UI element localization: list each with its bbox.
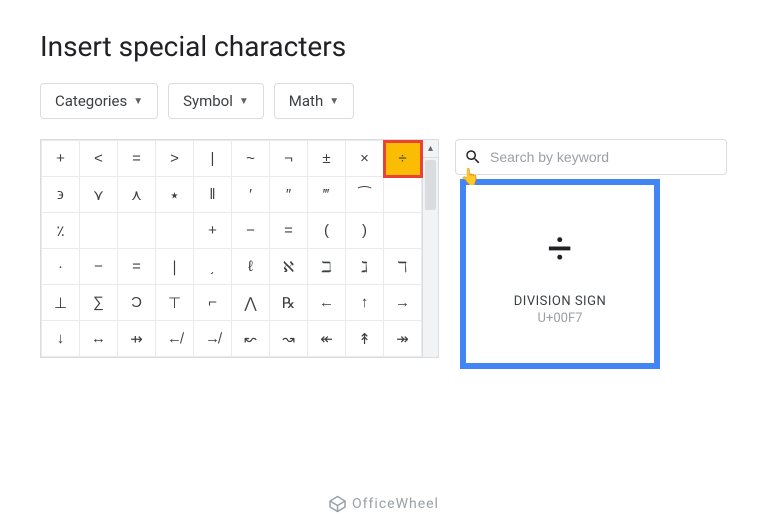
search-box[interactable] xyxy=(455,139,727,175)
char-cell[interactable]: ± xyxy=(308,141,346,177)
char-cell[interactable]: ‴ xyxy=(308,177,346,213)
char-cell[interactable]: ∑ xyxy=(80,285,118,321)
char-cell[interactable]: | xyxy=(194,141,232,177)
watermark: OfficeWheel xyxy=(328,495,439,513)
char-cell[interactable]: ↟ xyxy=(346,321,384,357)
caret-down-icon: ▼ xyxy=(329,96,339,107)
char-cell[interactable]: ↛ xyxy=(194,321,232,357)
char-cell[interactable]: = xyxy=(118,249,156,285)
char-cell[interactable]: ( xyxy=(308,213,346,249)
logo-icon xyxy=(328,495,346,513)
grid-scrollbar[interactable]: ▴ xyxy=(422,140,438,357)
char-cell[interactable]: → xyxy=(384,285,422,321)
char-cell[interactable]: < xyxy=(80,141,118,177)
char-cell[interactable]: − xyxy=(232,213,270,249)
char-cell[interactable]: · xyxy=(42,249,80,285)
tooltip-code: U+00F7 xyxy=(538,311,583,326)
char-cell[interactable]: ÷ xyxy=(384,141,422,177)
search-icon xyxy=(464,148,482,166)
char-cell[interactable]: ⋀ xyxy=(232,285,270,321)
char-cell[interactable]: − xyxy=(80,249,118,285)
character-grid-wrap: +<=>|~¬±×÷϶⋎⋏٭‖′″‴⁀٪+−=()·−=∣͵ℓℵℶℷℸ⊥∑Ͻ⊤⌐… xyxy=(40,139,439,358)
char-cell[interactable]: × xyxy=(346,141,384,177)
char-cell[interactable]: ℷ xyxy=(346,249,384,285)
char-cell[interactable]: = xyxy=(270,213,308,249)
math-dropdown[interactable]: Math ▼ xyxy=(274,83,354,119)
char-cell[interactable]: ⁀ xyxy=(346,177,384,213)
char-cell[interactable] xyxy=(80,213,118,249)
char-cell[interactable]: ϶ xyxy=(42,177,80,213)
search-input[interactable] xyxy=(490,149,718,165)
categories-label: Categories xyxy=(55,92,127,110)
dialog-title: Insert special characters xyxy=(40,30,727,63)
tooltip-char: ÷ xyxy=(547,222,572,274)
char-cell[interactable]: ↔ xyxy=(80,321,118,357)
filter-dropdowns: Categories ▼ Symbol ▼ Math ▼ xyxy=(40,83,727,119)
char-cell[interactable] xyxy=(156,213,194,249)
character-grid: +<=>|~¬±×÷϶⋎⋏٭‖′″‴⁀٪+−=()·−=∣͵ℓℵℶℷℸ⊥∑Ͻ⊤⌐… xyxy=(41,140,422,357)
categories-dropdown[interactable]: Categories ▼ xyxy=(40,83,158,119)
char-cell[interactable]: ͵ xyxy=(194,249,232,285)
watermark-text: OfficeWheel xyxy=(352,496,439,512)
char-cell[interactable]: ↑ xyxy=(346,285,384,321)
caret-down-icon: ▼ xyxy=(133,96,143,107)
scroll-up-icon[interactable]: ▴ xyxy=(423,140,438,158)
char-cell[interactable]: ℸ xyxy=(384,249,422,285)
char-cell[interactable] xyxy=(384,213,422,249)
char-cell[interactable]: ′ xyxy=(232,177,270,213)
char-cell[interactable]: ⋏ xyxy=(118,177,156,213)
caret-down-icon: ▼ xyxy=(239,96,249,107)
char-cell[interactable]: ↜ xyxy=(232,321,270,357)
char-cell[interactable]: ~ xyxy=(232,141,270,177)
char-cell[interactable]: ) xyxy=(346,213,384,249)
char-cell[interactable]: ↚ xyxy=(156,321,194,357)
char-cell[interactable]: ⋎ xyxy=(80,177,118,213)
char-cell[interactable]: ↞ xyxy=(308,321,346,357)
char-cell[interactable]: ℓ xyxy=(232,249,270,285)
scroll-thumb[interactable] xyxy=(425,160,436,210)
char-cell[interactable]: ℶ xyxy=(308,249,346,285)
char-cell[interactable]: ℞ xyxy=(270,285,308,321)
math-label: Math xyxy=(289,92,323,110)
char-cell[interactable]: ″ xyxy=(270,177,308,213)
char-cell[interactable]: Ͻ xyxy=(118,285,156,321)
main-area: +<=>|~¬±×÷϶⋎⋏٭‖′″‴⁀٪+−=()·−=∣͵ℓℵℶℷℸ⊥∑Ͻ⊤⌐… xyxy=(40,139,727,358)
char-cell[interactable]: + xyxy=(194,213,232,249)
char-cell[interactable]: ⊤ xyxy=(156,285,194,321)
char-cell[interactable]: = xyxy=(118,141,156,177)
symbol-label: Symbol xyxy=(183,92,233,110)
char-cell[interactable]: ‖ xyxy=(194,177,232,213)
char-cell[interactable]: ٪ xyxy=(42,213,80,249)
char-cell[interactable]: ↓ xyxy=(42,321,80,357)
char-cell[interactable]: ٭ xyxy=(156,177,194,213)
char-cell[interactable]: ¬ xyxy=(270,141,308,177)
character-tooltip: ÷ DIVISION SIGN U+00F7 xyxy=(460,179,660,369)
char-cell[interactable] xyxy=(384,177,422,213)
symbol-dropdown[interactable]: Symbol ▼ xyxy=(168,83,264,119)
tooltip-name: DIVISION SIGN xyxy=(514,294,606,309)
char-cell[interactable]: ← xyxy=(308,285,346,321)
char-cell[interactable]: + xyxy=(42,141,80,177)
char-cell[interactable]: ⌐ xyxy=(194,285,232,321)
char-cell[interactable] xyxy=(118,213,156,249)
char-cell[interactable]: ↠ xyxy=(384,321,422,357)
char-cell[interactable]: ⇸ xyxy=(118,321,156,357)
char-cell[interactable]: ↝ xyxy=(270,321,308,357)
char-cell[interactable]: > xyxy=(156,141,194,177)
char-cell[interactable]: ⊥ xyxy=(42,285,80,321)
char-cell[interactable]: ℵ xyxy=(270,249,308,285)
char-cell[interactable]: ∣ xyxy=(156,249,194,285)
